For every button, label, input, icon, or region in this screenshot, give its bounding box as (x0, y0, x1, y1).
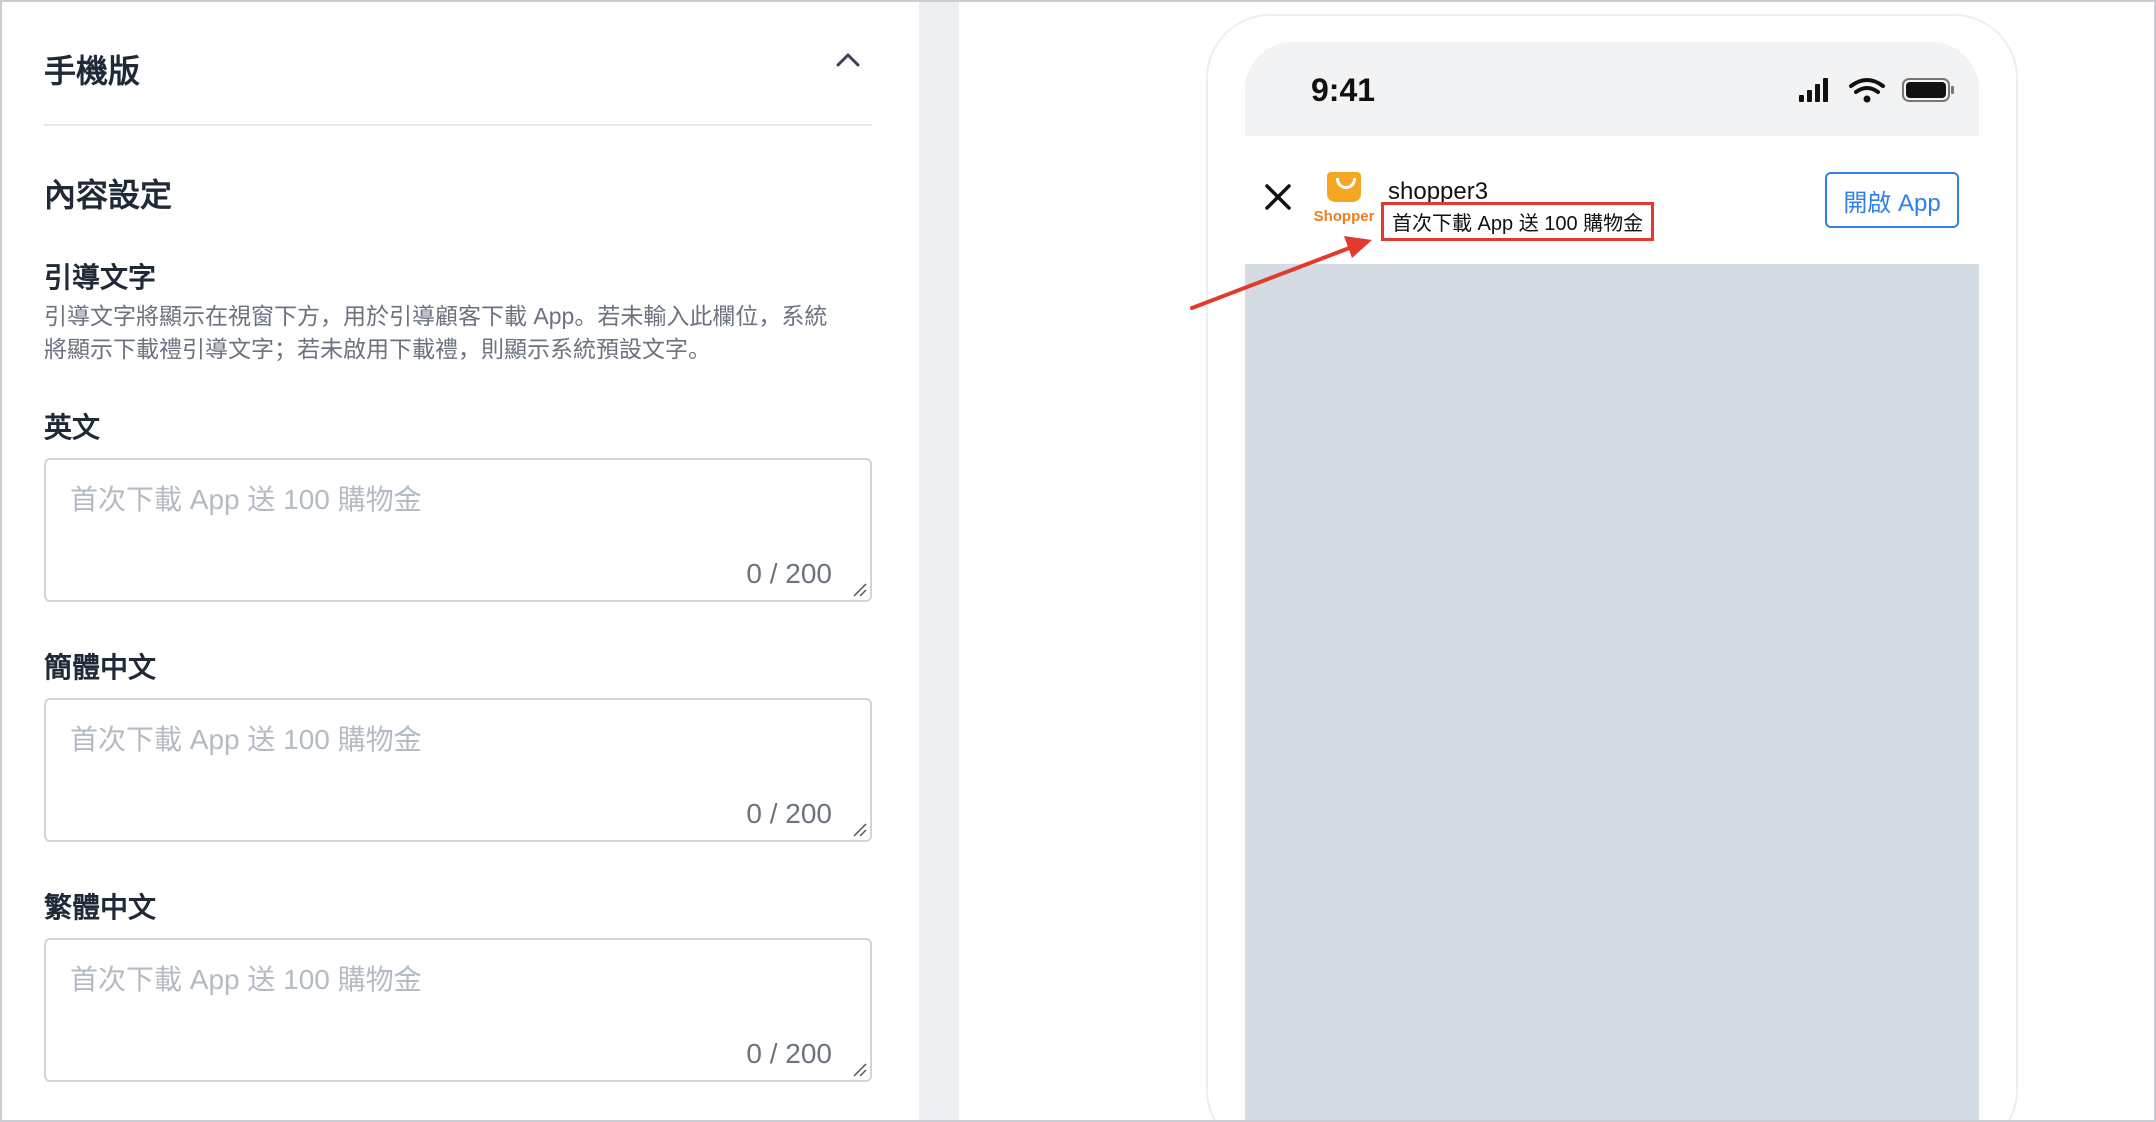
app-frame: 手機版 內容設定 引導文字 引導文字將顯示在視窗下方，用於引導顧客下載 App。… (0, 0, 2156, 1122)
char-counter: 0 / 200 (746, 1038, 832, 1069)
simplified-chinese-textarea-box: 0 / 200 (44, 698, 872, 842)
wifi-icon (1849, 78, 1885, 103)
settings-panel: 手機版 內容設定 引導文字 引導文字將顯示在視窗下方，用於引導顧客下載 App。… (2, 2, 919, 1120)
open-app-button[interactable]: 開啟 App (1825, 172, 1959, 228)
status-bar: 9:41 (1245, 42, 1979, 136)
guide-text-title: 引導文字 (44, 262, 157, 293)
content-settings-title: 內容設定 (44, 177, 173, 213)
field-label-simplified-chinese: 簡體中文 (44, 652, 157, 683)
status-icons (1799, 78, 1954, 103)
field-label-traditional-chinese: 繁體中文 (44, 892, 157, 923)
mobile-section-header[interactable]: 手機版 (44, 38, 872, 126)
app-download-banner: Shopper shopper3 首次下載 App 送 100 購物金 開啟 A… (1245, 136, 1979, 264)
resize-grip-icon[interactable] (851, 1061, 867, 1077)
panel-divider (919, 2, 959, 1120)
guide-desc-line-1: 引導文字將顯示在視窗下方，用於引導顧客下載 App。若未輸入此欄位，系統 (44, 303, 828, 329)
guide-desc-line-2: 將顯示下載禮引導文字；若未啟用下載禮，則顯示系統預設文字。 (44, 336, 711, 362)
section-title: 手機版 (44, 53, 141, 89)
english-textarea-box: 0 / 200 (44, 458, 872, 602)
signal-icon (1799, 78, 1828, 102)
char-counter: 0 / 200 (746, 558, 832, 589)
app-logo-text: Shopper (1313, 208, 1375, 225)
chevron-up-icon (836, 53, 860, 67)
mobile-preview-area: 9:41 Shopper shopper3 首次下載 App 送 100 購物金… (959, 2, 2154, 1120)
phone-screen: 9:41 Shopper shopper3 首次下載 App 送 100 購物金… (1245, 42, 1979, 1120)
app-tagline: 首次下載 App 送 100 購物金 (1381, 202, 1655, 241)
resize-grip-icon[interactable] (851, 821, 867, 837)
close-icon[interactable] (1263, 182, 1293, 212)
shopper-bag-icon (1327, 172, 1361, 202)
char-counter: 0 / 200 (746, 798, 832, 829)
collapse-button[interactable] (824, 38, 872, 86)
field-label-english: 英文 (44, 412, 101, 443)
status-time: 9:41 (1311, 72, 1376, 108)
resize-grip-icon[interactable] (851, 581, 867, 597)
battery-icon (1902, 78, 1954, 102)
guide-text-description: 引導文字將顯示在視窗下方，用於引導顧客下載 App。若未輸入此欄位，系統 將顯示… (44, 300, 874, 366)
app-logo: Shopper (1313, 172, 1375, 234)
traditional-chinese-textarea-box: 0 / 200 (44, 938, 872, 1082)
